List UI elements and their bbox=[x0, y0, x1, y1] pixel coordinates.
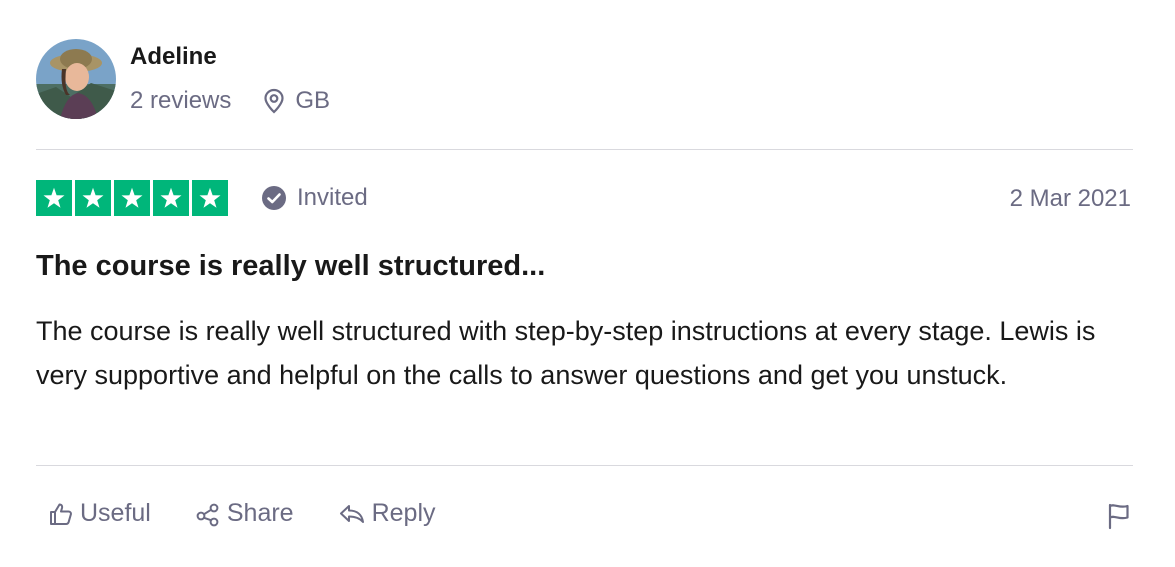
share-button[interactable]: Share bbox=[195, 499, 294, 528]
useful-label: Useful bbox=[80, 499, 151, 527]
header-divider bbox=[36, 149, 1133, 150]
reviewer-meta: 2 reviews GB bbox=[130, 87, 330, 115]
report-button[interactable] bbox=[1106, 502, 1132, 535]
location-label: GB bbox=[295, 87, 331, 114]
useful-button[interactable]: Useful bbox=[48, 499, 151, 528]
share-label: Share bbox=[226, 499, 294, 527]
check-circle-icon bbox=[262, 186, 286, 210]
star-icon bbox=[192, 180, 228, 216]
share-icon bbox=[196, 503, 219, 526]
invited-badge[interactable]: Invited bbox=[262, 184, 368, 212]
review-date: 2 Mar 2021 bbox=[1009, 185, 1131, 212]
footer-divider bbox=[36, 465, 1133, 466]
reply-button[interactable]: Reply bbox=[338, 499, 436, 528]
star-icon bbox=[114, 180, 150, 216]
star-rating bbox=[36, 180, 228, 216]
star-icon bbox=[36, 180, 72, 216]
reviewer-name[interactable]: Adeline bbox=[130, 43, 217, 71]
reviewer-location: GB bbox=[263, 87, 330, 115]
location-pin-icon bbox=[264, 88, 284, 114]
review-actions: Useful Share Reply bbox=[48, 499, 480, 528]
review-body: The course is really well structured wit… bbox=[36, 316, 1096, 390]
thumbs-up-icon bbox=[50, 503, 72, 525]
invited-label: Invited bbox=[297, 184, 368, 211]
star-icon bbox=[153, 180, 189, 216]
review-count: 2 reviews bbox=[130, 87, 232, 114]
reply-arrow-icon bbox=[339, 504, 364, 523]
review-title[interactable]: The course is really well structured... bbox=[36, 250, 545, 283]
star-icon bbox=[75, 180, 111, 216]
flag-icon bbox=[1108, 503, 1129, 530]
reply-label: Reply bbox=[371, 499, 436, 527]
avatar[interactable] bbox=[36, 39, 116, 119]
